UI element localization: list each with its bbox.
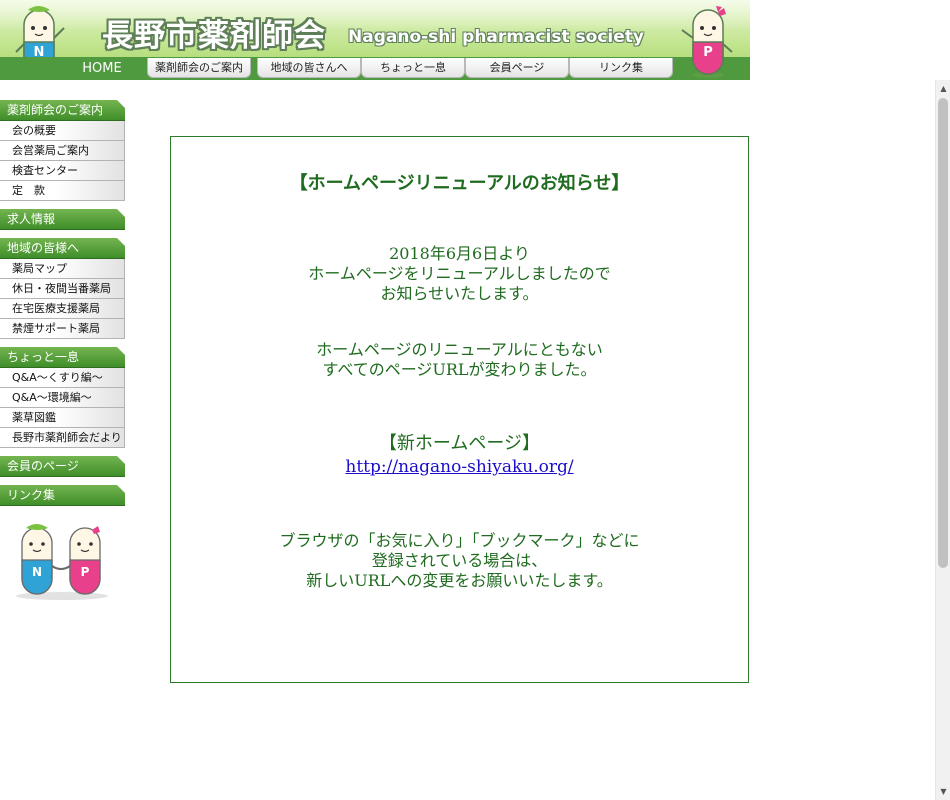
new-homepage-link-wrapper: http://nagano-shiyaku.org/ — [171, 456, 748, 478]
site-header: N 長野市薬剤師会 Nagano-shi pharmacist society … — [0, 0, 750, 80]
notice-line: 新しいURLへの変更をお願いいたします。 — [306, 571, 613, 590]
notice-title: 【ホームページリニューアルのお知らせ】 — [289, 173, 630, 194]
new-homepage-link[interactable]: http://nagano-shiyaku.org/ — [345, 457, 573, 477]
sidebar-item-qa-environment[interactable]: Q&A〜環境編〜 — [0, 388, 125, 408]
sidebar-heading-break[interactable]: ちょっと一息 — [0, 347, 125, 368]
nav-tab-pharmacist-guide[interactable]: 薬剤師会のご案内 — [147, 58, 251, 78]
sidebar: 薬剤師会のご案内 会の概要 会営薬局ご案内 検査センター 定 款 求人情報 地域… — [0, 100, 125, 602]
notice-line: ホームページをリニューアルしましたので — [308, 264, 611, 283]
notice-paragraph-renewal-date: 2018年6月6日より ホームページをリニューアルしましたので お知らせいたしま… — [171, 244, 748, 304]
sidebar-heading-links[interactable]: リンク集 — [0, 485, 125, 506]
sidebar-item-pharmacy-map[interactable]: 薬局マップ — [0, 259, 125, 279]
sidebar-item-newsletter[interactable]: 長野市薬剤師会だより — [0, 428, 125, 448]
notice-line: 登録されている場合は、 — [371, 551, 548, 570]
mascot-p-icon: P — [678, 4, 738, 78]
nav-tab-break[interactable]: ちょっと一息 — [361, 58, 465, 78]
sidebar-heading-jobs[interactable]: 求人情報 — [0, 209, 125, 230]
notice-line: ブラウザの「お気に入り」「ブックマーク」などに — [279, 531, 640, 550]
sidebar-item-test-center[interactable]: 検査センター — [0, 161, 125, 181]
scroll-thumb[interactable] — [938, 98, 948, 568]
nav-tab-links[interactable]: リンク集 — [569, 58, 673, 78]
site-title: 長野市薬剤師会 — [102, 18, 326, 54]
notice-paragraph-bookmark: ブラウザの「お気に入り」「ブックマーク」などに 登録されている場合は、 新しいU… — [171, 531, 748, 591]
nav-tab-members[interactable]: 会員ページ — [465, 58, 569, 78]
nav-home-link[interactable]: HOME — [62, 58, 142, 79]
sidebar-item-holiday-pharmacy[interactable]: 休日・夜間当番薬局 — [0, 279, 125, 299]
mascot-pair-icon: N P — [0, 522, 125, 602]
sidebar-item-qa-medicine[interactable]: Q&A〜くすり編〜 — [0, 368, 125, 388]
sidebar-item-overview[interactable]: 会の概要 — [0, 121, 125, 141]
scroll-down-arrow-icon[interactable]: ▼ — [936, 783, 950, 800]
sidebar-item-articles[interactable]: 定 款 — [0, 181, 125, 201]
notice-line: すべてのページURLが変わりました。 — [322, 360, 597, 379]
sidebar-item-society-pharmacy[interactable]: 会営薬局ご案内 — [0, 141, 125, 161]
notice-paragraph-url-change: ホームページのリニューアルにともない すべてのページURLが変わりました。 — [171, 340, 748, 380]
scroll-up-arrow-icon[interactable]: ▲ — [936, 80, 950, 97]
vertical-scrollbar[interactable]: ▲ ▼ — [935, 80, 950, 800]
new-homepage-heading: 【新ホームページ】 — [378, 433, 541, 454]
renewal-notice-box: 【ホームページリニューアルのお知らせ】 2018年6月6日より ホームページをリ… — [170, 136, 749, 683]
nav-tab-community[interactable]: 地域の皆さんへ — [257, 58, 361, 78]
notice-line: お知らせいたします。 — [380, 284, 539, 303]
sidebar-item-home-care-pharmacy[interactable]: 在宅医療支援薬局 — [0, 299, 125, 319]
sidebar-item-smoking-cessation[interactable]: 禁煙サポート薬局 — [0, 319, 125, 339]
notice-line: 2018年6月6日より — [389, 244, 530, 263]
footer-mascot-n-letter: N — [32, 565, 42, 579]
sidebar-heading-community[interactable]: 地域の皆様へ — [0, 238, 125, 259]
site-subtitle: Nagano-shi pharmacist society — [348, 27, 644, 47]
mascot-p-letter: P — [703, 45, 713, 60]
notice-line: ホームページのリニューアルにともない — [316, 340, 603, 359]
sidebar-item-herb-guide[interactable]: 薬草図鑑 — [0, 408, 125, 428]
sidebar-heading-members[interactable]: 会員のページ — [0, 456, 125, 477]
footer-mascot-p-letter: P — [81, 565, 90, 579]
sidebar-heading-pharmacist-guide[interactable]: 薬剤師会のご案内 — [0, 100, 125, 121]
